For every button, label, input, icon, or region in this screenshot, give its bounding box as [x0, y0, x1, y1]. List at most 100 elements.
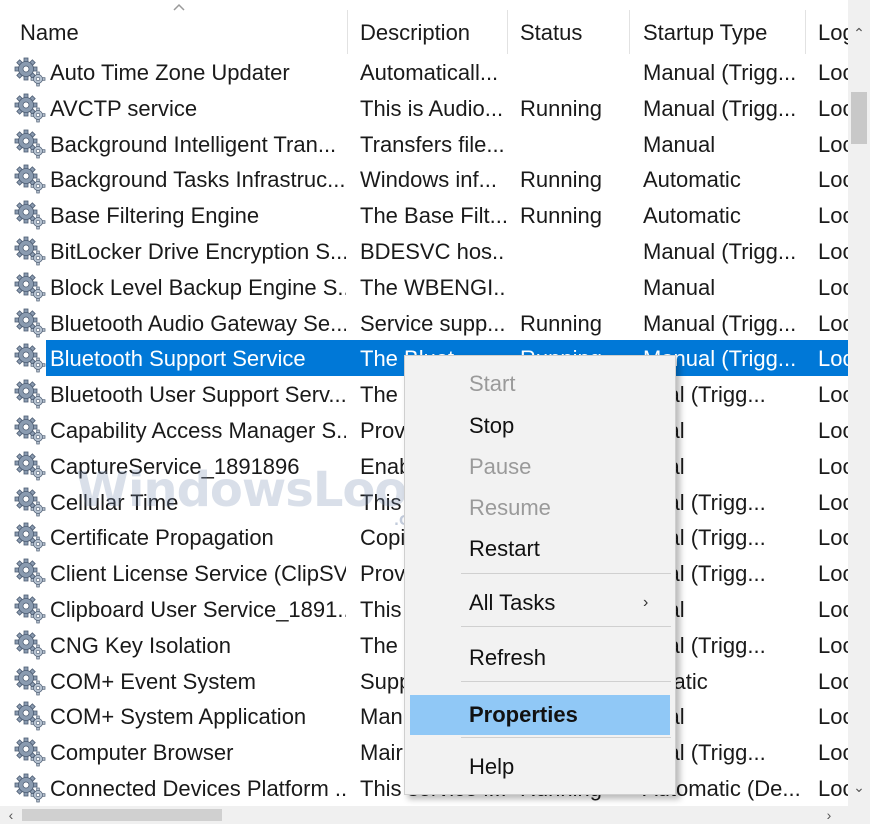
cell-status	[520, 269, 632, 305]
cell-status: Running	[520, 167, 602, 193]
cell-logon: Loc	[818, 418, 848, 443]
cell-logon: Loc	[818, 525, 848, 551]
table-row[interactable]: Background Tasks Infrastruc... Windows in…	[0, 161, 848, 197]
gear-icon	[14, 236, 46, 266]
scroll-left-icon[interactable]: ‹	[0, 806, 22, 824]
gear-icon	[14, 701, 46, 731]
cell-logon: Loc	[818, 597, 848, 622]
cell-startup: Manual	[643, 131, 716, 157]
cell-name: Bluetooth Support Service	[50, 346, 306, 372]
gear-icon	[14, 272, 46, 302]
menu-item-stop[interactable]: Stop	[405, 408, 677, 444]
table-row[interactable]: Auto Time Zone Updater Automaticall... Man…	[0, 54, 848, 90]
gear-icon	[14, 666, 46, 696]
menu-item-all-tasks[interactable]: All Tasks ›	[405, 585, 677, 621]
table-row[interactable]: Block Level Backup Engine S... The WBENGI…	[0, 269, 848, 305]
cell-name: Base Filtering Engine	[50, 203, 260, 229]
vertical-scrollbar[interactable]: ⌃ ⌄	[848, 0, 870, 806]
cell-logon: Loc	[818, 131, 848, 157]
menu-item-help[interactable]: Help	[405, 749, 677, 785]
gear-icon	[14, 164, 46, 194]
table-row[interactable]: BitLocker Drive Encryption S... BDESVC ho…	[0, 233, 848, 269]
chevron-right-icon: ›	[643, 594, 649, 611]
scroll-right-icon[interactable]: ›	[818, 806, 840, 824]
cell-status: Running	[520, 95, 602, 121]
column-header-startup[interactable]: Startup Type	[630, 0, 806, 54]
cell-startup: Automatic	[643, 167, 741, 193]
table-row[interactable]: Background Intelligent Tran... Transfers …	[0, 126, 848, 162]
cell-startup: Manual	[643, 274, 716, 300]
cell-name: COM+ Event System	[50, 668, 257, 694]
cell-name: Client License Service (ClipSV...	[50, 561, 346, 587]
cell-name: Auto Time Zone Updater	[50, 60, 290, 85]
horizontal-scrollbar[interactable]: ‹ ›	[0, 806, 870, 824]
cell-name: CNG Key Isolation	[50, 632, 231, 658]
cell-logon: Loc	[818, 60, 848, 85]
cell-logon: Loc	[818, 453, 848, 479]
gear-icon	[14, 200, 46, 230]
cell-logon: Loc	[818, 203, 848, 229]
cell-desc: BDESVC hos...	[360, 239, 506, 264]
menu-item-pause[interactable]: Pause	[405, 449, 677, 485]
cell-name: Cellular Time	[50, 489, 179, 515]
cell-name: Clipboard User Service_1891...	[50, 597, 346, 622]
cell-logon: Loc	[818, 561, 848, 587]
cell-name: Bluetooth Audio Gateway Se...	[50, 310, 346, 336]
cell-status	[520, 126, 632, 162]
gear-icon	[14, 558, 46, 588]
cell-logon: Loc	[818, 310, 848, 336]
scroll-thumb[interactable]	[851, 92, 867, 144]
cell-startup: Manual (Trigg...	[643, 95, 797, 121]
menu-separator	[461, 681, 671, 682]
cell-logon: Loc	[818, 632, 848, 658]
cell-logon: Loc	[818, 668, 848, 694]
menu-item-restart[interactable]: Restart	[405, 531, 677, 567]
cell-name: Bluetooth User Support Serv...	[50, 382, 346, 408]
cell-status	[520, 233, 632, 269]
scroll-up-icon[interactable]: ⌃	[848, 22, 870, 44]
cell-name: Computer Browser	[50, 740, 234, 766]
gear-icon	[14, 522, 46, 552]
menu-separator	[461, 626, 671, 627]
table-row[interactable]: AVCTP service This is Audio... Running Manu…	[0, 90, 848, 126]
column-header-logon[interactable]: Log	[806, 0, 848, 54]
menu-separator	[461, 737, 671, 738]
column-header-name[interactable]: Name	[0, 0, 348, 54]
gear-icon	[14, 129, 46, 159]
table-row[interactable]: Bluetooth Audio Gateway Se... Service sup…	[0, 305, 848, 341]
cell-logon: Loc	[818, 704, 848, 730]
context-menu: Start Stop Pause Resume Restart All Tasks › Ref…	[404, 355, 676, 795]
menu-item-start[interactable]: Start	[405, 366, 677, 402]
cell-desc: Transfers file...	[360, 131, 505, 157]
cell-desc: The WBENGI...	[360, 274, 506, 300]
cell-name: Capability Access Manager S...	[50, 418, 346, 443]
gear-icon	[14, 451, 46, 481]
table-row[interactable]: Base Filtering Engine The Base Filt... Run…	[0, 197, 848, 233]
cell-desc: The Base Filt...	[360, 203, 506, 229]
cell-name: COM+ System Application	[50, 704, 307, 730]
cell-name: Connected Devices Platform ...	[50, 776, 346, 801]
menu-separator	[461, 573, 671, 574]
scroll-down-icon[interactable]: ⌄	[848, 776, 870, 798]
gear-icon	[14, 487, 46, 517]
menu-item-resume[interactable]: Resume	[405, 490, 677, 526]
gear-icon	[14, 737, 46, 767]
cell-name: Background Tasks Infrastruc...	[50, 167, 346, 193]
cell-desc: Service supp...	[360, 310, 506, 336]
scroll-thumb-horizontal[interactable]	[22, 809, 222, 821]
gear-icon	[14, 379, 46, 409]
gear-icon	[14, 415, 46, 445]
menu-item-refresh[interactable]: Refresh	[405, 640, 677, 676]
column-header-desc[interactable]: Description	[348, 0, 508, 54]
cell-logon: Loc	[818, 239, 848, 264]
column-header: NameDescriptionStatusStartup TypeLog	[0, 0, 848, 54]
column-header-status[interactable]: Status	[508, 0, 630, 54]
gear-icon	[14, 308, 46, 338]
menu-item-properties[interactable]: Properties	[405, 695, 677, 735]
services-window: NameDescriptionStatusStartup TypeLog	[0, 0, 870, 824]
cell-desc: Automaticall...	[360, 60, 499, 85]
cell-startup: Automatic	[643, 203, 741, 229]
cell-logon: Loc	[818, 740, 848, 766]
gear-icon	[14, 773, 46, 803]
cell-logon: Loc	[818, 346, 848, 372]
